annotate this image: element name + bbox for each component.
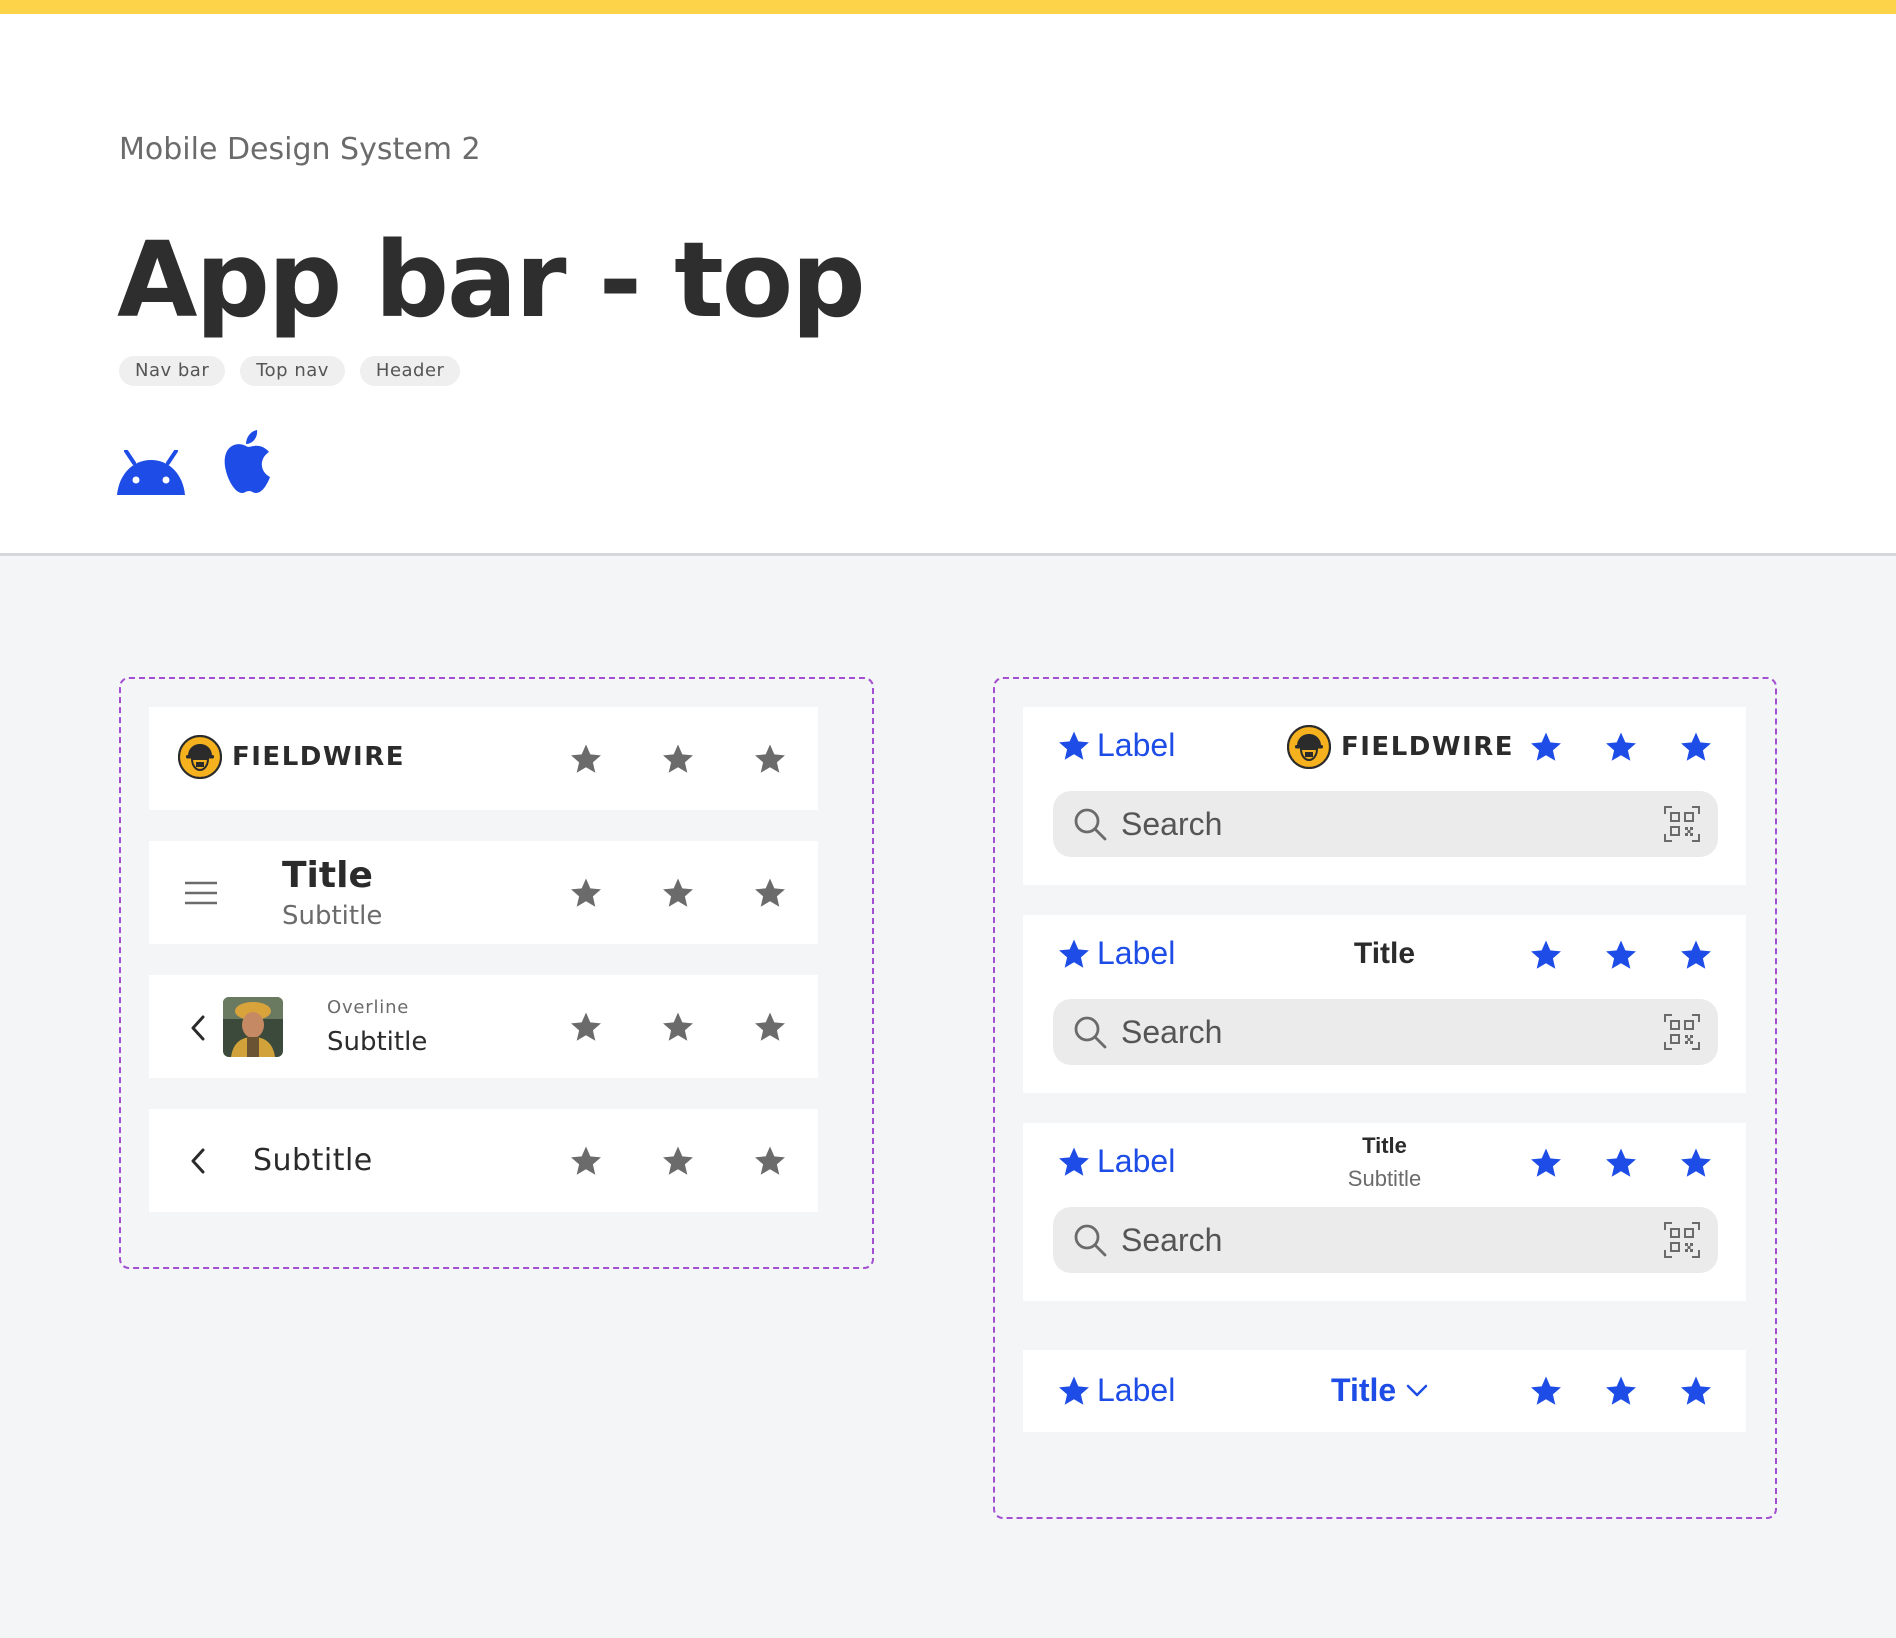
- platform-icons: [117, 429, 273, 495]
- android-app-bar-brand: FIELDWIRE: [149, 707, 818, 810]
- star-icon[interactable]: [661, 1010, 695, 1044]
- star-icon[interactable]: [753, 1144, 787, 1178]
- label-button-text: Label: [1097, 727, 1176, 763]
- android-icon: [117, 450, 185, 495]
- fieldwire-logo[interactable]: FIELDWIRE: [178, 735, 405, 779]
- apple-icon: [224, 430, 270, 493]
- qr-code-icon[interactable]: [1664, 1222, 1700, 1258]
- star-icon: [1057, 729, 1091, 763]
- star-icon[interactable]: [1604, 1146, 1638, 1180]
- qr-code-icon[interactable]: [1664, 806, 1700, 842]
- star-icon[interactable]: [1679, 730, 1713, 764]
- search-icon: [1074, 1016, 1107, 1049]
- star-icon[interactable]: [569, 876, 603, 910]
- search-placeholder: Search: [1121, 1221, 1223, 1258]
- action-icons: [1529, 938, 1713, 972]
- action-icons: [569, 1010, 787, 1044]
- page-header: Mobile Design System 2 App bar - top Nav…: [0, 14, 1896, 556]
- tag-list: Nav bar Top nav Header: [119, 356, 461, 386]
- ios-app-bar-title-subtitle-search: Label Title Subtitle Search: [1023, 1123, 1746, 1301]
- fieldwire-logo-icon: [1287, 725, 1331, 769]
- breadcrumb: Mobile Design System 2: [119, 132, 481, 167]
- action-icons: [1529, 1146, 1713, 1180]
- fieldwire-logo[interactable]: FIELDWIRE: [1287, 725, 1514, 769]
- android-app-bar-back-subtitle: Subtitle: [149, 1109, 818, 1212]
- action-icons: [569, 876, 787, 910]
- star-icon[interactable]: [569, 742, 603, 776]
- action-icons: [1529, 730, 1713, 764]
- star-icon[interactable]: [753, 742, 787, 776]
- star-icon[interactable]: [1604, 730, 1638, 764]
- star-icon[interactable]: [1679, 1374, 1713, 1408]
- star-icon[interactable]: [753, 876, 787, 910]
- menu-icon[interactable]: [184, 881, 218, 905]
- search-icon: [1074, 808, 1107, 841]
- fieldwire-wordmark: FIELDWIRE: [232, 742, 405, 772]
- star-icon[interactable]: [1529, 938, 1563, 972]
- ios-app-bar-title-dropdown: Label Title: [1023, 1350, 1746, 1432]
- title-dropdown-label: Title: [1331, 1372, 1397, 1408]
- search-placeholder: Search: [1121, 1013, 1223, 1050]
- app-bar-overline: Overline: [327, 997, 410, 1018]
- tag-top-nav[interactable]: Top nav: [240, 356, 345, 386]
- star-icon[interactable]: [1679, 938, 1713, 972]
- star-icon[interactable]: [569, 1010, 603, 1044]
- app-bar-title: Title: [282, 855, 373, 896]
- star-icon[interactable]: [661, 742, 695, 776]
- app-bar-subtitle: Subtitle: [327, 1027, 428, 1057]
- label-button[interactable]: Label: [1057, 727, 1175, 764]
- search-icon: [1074, 1224, 1107, 1257]
- search-field[interactable]: Search: [1053, 999, 1718, 1065]
- android-app-bar-avatar: Overline Subtitle: [149, 975, 818, 1078]
- star-icon[interactable]: [1604, 1374, 1638, 1408]
- star-icon[interactable]: [1604, 938, 1638, 972]
- search-placeholder: Search: [1121, 805, 1223, 842]
- ios-app-bar-title-search: Label Title Search: [1023, 915, 1746, 1093]
- fieldwire-wordmark: FIELDWIRE: [1341, 732, 1514, 762]
- star-icon[interactable]: [1679, 1146, 1713, 1180]
- qr-code-icon[interactable]: [1664, 1014, 1700, 1050]
- star-icon[interactable]: [1529, 1146, 1563, 1180]
- chevron-down-icon: [1406, 1384, 1428, 1396]
- search-field[interactable]: Search: [1053, 1207, 1718, 1273]
- android-app-bar-title-subtitle: Title Subtitle: [149, 841, 818, 944]
- ios-app-bar-brand-search: Label FIELDWIRE Search: [1023, 707, 1746, 885]
- label-button-text: Label: [1097, 1372, 1176, 1408]
- star-icon[interactable]: [661, 1144, 695, 1178]
- star-icon: [1057, 1374, 1091, 1408]
- star-icon[interactable]: [1529, 1374, 1563, 1408]
- back-chevron-icon[interactable]: [190, 1015, 206, 1041]
- star-icon[interactable]: [1529, 730, 1563, 764]
- app-bar-subtitle: Subtitle: [282, 901, 383, 931]
- action-icons: [569, 742, 787, 776]
- star-icon[interactable]: [569, 1144, 603, 1178]
- app-bar-subtitle: Subtitle: [253, 1143, 373, 1178]
- action-icons: [1529, 1374, 1713, 1408]
- search-field[interactable]: Search: [1053, 791, 1718, 857]
- brand-strip: [0, 0, 1896, 14]
- fieldwire-logo-icon: [178, 735, 222, 779]
- page-title: App bar - top: [117, 219, 866, 341]
- tag-header[interactable]: Header: [359, 356, 461, 386]
- label-button[interactable]: Label: [1057, 1372, 1175, 1409]
- star-icon[interactable]: [661, 876, 695, 910]
- title-dropdown[interactable]: Title: [1331, 1372, 1428, 1409]
- tag-nav-bar[interactable]: Nav bar: [119, 356, 226, 386]
- action-icons: [569, 1144, 787, 1178]
- back-chevron-icon[interactable]: [190, 1148, 206, 1174]
- star-icon[interactable]: [753, 1010, 787, 1044]
- avatar[interactable]: [223, 997, 283, 1057]
